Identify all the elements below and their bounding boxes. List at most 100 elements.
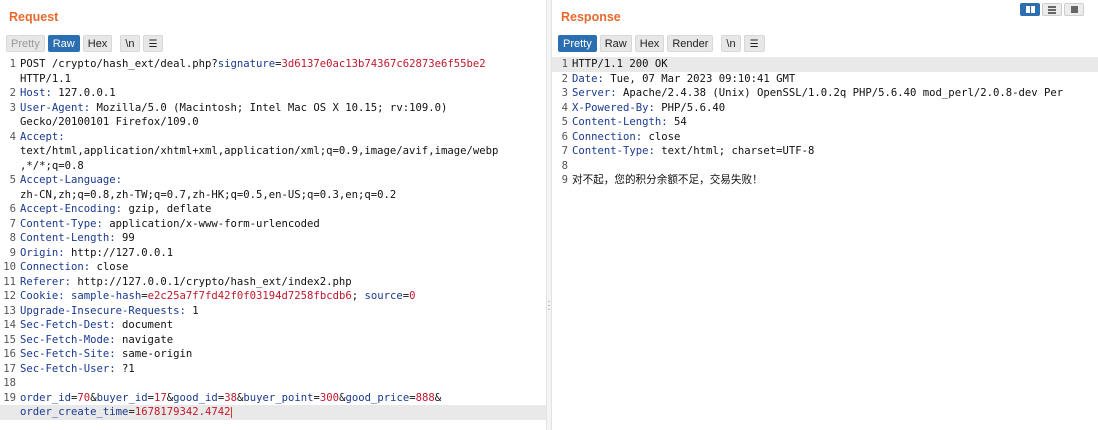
response-title: Response — [561, 10, 621, 24]
key-token: Sec-Fetch-Dest: — [20, 319, 116, 331]
line-text: Content-Length: 99 — [20, 231, 135, 246]
code-line: 16 Sec-Fetch-Site: same-origin — [0, 347, 546, 362]
text-token: Gecko/20100101 Firefox/109.0 — [20, 116, 199, 128]
value-token: 300 — [319, 391, 340, 404]
text-token: same-origin — [115, 348, 193, 360]
code-line: 10 Connection: close — [0, 260, 546, 275]
line-text: HTTP/1.1 200 OK — [572, 57, 668, 72]
code-line: 3 Server: Apache/2.4.38 (Unix) OpenSSL/1.… — [552, 86, 1098, 101]
key-token: Connection: — [20, 261, 91, 273]
line-text: POST /crypto/hash_ext/deal.php?signature… — [20, 57, 486, 72]
line-text: Content-Length: 54 — [572, 115, 687, 130]
text-token: Apache/2.4.38 (Unix) OpenSSL/1.0.2q PHP/… — [616, 87, 1064, 99]
layout-toggle — [1020, 3, 1084, 16]
key-token: sample-hash — [71, 290, 142, 302]
code-line: 9 Origin: http://127.0.0.1 — [0, 246, 546, 261]
code-line: 4 X-Powered-By: PHP/5.6.40 — [552, 101, 1098, 116]
hamburger-icon: ☰ — [148, 39, 158, 50]
request-tab-hex[interactable]: Hex — [82, 35, 113, 52]
key-token: User-Agent: — [20, 101, 91, 114]
request-tab-raw[interactable]: Raw — [47, 35, 80, 52]
code-line: 15 Sec-Fetch-Mode: navigate — [0, 333, 546, 348]
line-text: Connection: close — [572, 130, 680, 145]
key-token: buyer_point — [243, 391, 314, 404]
line-number: 2 — [9, 87, 16, 99]
line-text: 对不起，您的积分余额不足，交易失败！ — [572, 173, 763, 188]
key-token: Server: — [572, 87, 617, 99]
request-menu-button[interactable]: ☰ — [142, 35, 164, 52]
line-number — [0, 188, 20, 203]
line-text: Content-Type: application/x-www-form-url… — [20, 217, 320, 232]
response-tab-pretty[interactable]: Pretty — [558, 35, 597, 52]
response-editor[interactable]: 1 HTTP/1.1 200 OK 2 Date: Tue, 07 Mar 2023 … — [552, 57, 1098, 188]
response-pane: Response Pretty Raw Hex Render \n ☰ 1 HTT… — [552, 0, 1098, 430]
key-token: Accept-Encoding: — [20, 203, 123, 215]
response-newline-toggle[interactable]: \n — [721, 35, 741, 52]
line-text: HTTP/1.1 — [20, 72, 71, 87]
line-text: order_create_time=1678179342.4742 — [20, 405, 232, 420]
line-text: Sec-Fetch-User: ?1 — [20, 362, 135, 377]
line-text: Sec-Fetch-Mode: navigate — [20, 333, 173, 348]
split-view-icon[interactable] — [1020, 3, 1040, 16]
request-editor[interactable]: 1 POST /crypto/hash_ext/deal.php?signatur… — [0, 57, 546, 420]
text-cursor — [230, 406, 232, 418]
request-title: Request — [9, 10, 59, 24]
line-number: 3 — [9, 101, 16, 114]
code-line: 18 — [0, 376, 546, 391]
code-line: 2 Date: Tue, 07 Mar 2023 09:10:41 GMT — [552, 72, 1098, 87]
line-text: Gecko/20100101 Firefox/109.0 — [20, 115, 199, 130]
key-token: order_create_time — [20, 406, 129, 418]
line-number — [0, 115, 20, 130]
line-number: 6 — [561, 130, 568, 143]
text-token: close — [642, 130, 681, 143]
text-token: 1 — [185, 304, 199, 317]
key-token: Content-Type: — [20, 217, 103, 230]
code-line: 7 Content-Type: text/html; charset=UTF-8 — [552, 144, 1098, 159]
code-line: HTTP/1.1 — [0, 72, 546, 87]
single-view-icon[interactable] — [1064, 3, 1084, 16]
line-number: 4 — [9, 130, 16, 143]
response-menu-button[interactable]: ☰ — [743, 35, 765, 52]
line-text: Cookie: sample-hash=e2c25a7f7fd42f0f0319… — [20, 289, 416, 304]
line-text: Host: 127.0.0.1 — [20, 86, 116, 101]
value-token: 0 — [409, 290, 416, 302]
line-number: 1 — [9, 58, 16, 70]
code-line: 8 — [552, 159, 1098, 174]
code-line: 9 对不起，您的积分余额不足，交易失败！ — [552, 173, 1098, 188]
text-token: 127.0.0.1 — [51, 87, 116, 99]
stacked-view-icon[interactable] — [1042, 3, 1062, 16]
line-text: Content-Type: text/html; charset=UTF-8 — [572, 144, 814, 159]
line-number: 16 — [3, 348, 16, 360]
key-token: X-Powered-By: — [572, 101, 655, 114]
code-line: 5 Content-Length: 54 — [552, 115, 1098, 130]
drag-handle-icon[interactable]: · · · — [547, 297, 551, 315]
line-text: Server: Apache/2.4.38 (Unix) OpenSSL/1.0… — [572, 86, 1063, 101]
request-newline-toggle[interactable]: \n — [120, 35, 140, 52]
text-token: POST /crypto/hash_ext/deal.php? — [20, 58, 218, 70]
code-line: 1 HTTP/1.1 200 OK — [552, 57, 1098, 72]
line-text: User-Agent: Mozilla/5.0 (Macintosh; Inte… — [20, 101, 447, 116]
code-line: 12 Cookie: sample-hash=e2c25a7f7fd42f0f03… — [0, 289, 546, 304]
response-tab-hex[interactable]: Hex — [634, 35, 665, 52]
request-tab-pretty[interactable]: Pretty — [6, 35, 45, 52]
text-token: & — [434, 391, 442, 404]
response-tab-render[interactable]: Render — [667, 35, 714, 52]
line-text: Accept-Encoding: gzip, deflate — [20, 202, 211, 217]
code-line: order_create_time=1678179342.4742 — [0, 405, 546, 420]
key-token: Referer: — [20, 275, 72, 288]
value-token: 1678179342.4742 — [134, 406, 231, 418]
response-tab-raw[interactable]: Raw — [599, 35, 632, 52]
code-line: 1 POST /crypto/hash_ext/deal.php?signatur… — [0, 57, 546, 72]
value-token: 3d6137e0ac13b74367c62873e6f55be2 — [281, 58, 486, 70]
key-token: source — [364, 290, 403, 302]
code-line: 8 Content-Length: 99 — [0, 231, 546, 246]
line-text: ,*/*;q=0.8 — [20, 159, 84, 174]
text-token: ,*/*;q=0.8 — [20, 159, 84, 172]
text-token: http://127.0.0.1/crypto/hash_ext/index2.… — [71, 275, 352, 288]
key-token: Origin: — [20, 246, 65, 259]
value-token: 38 — [224, 391, 237, 404]
line-text: text/html,application/xhtml+xml,applicat… — [20, 144, 498, 159]
key-token: order_id — [20, 391, 72, 404]
line-text: order_id=70&buyer_id=17&good_id=38&buyer… — [20, 391, 441, 406]
text-token: 99 — [115, 232, 135, 244]
